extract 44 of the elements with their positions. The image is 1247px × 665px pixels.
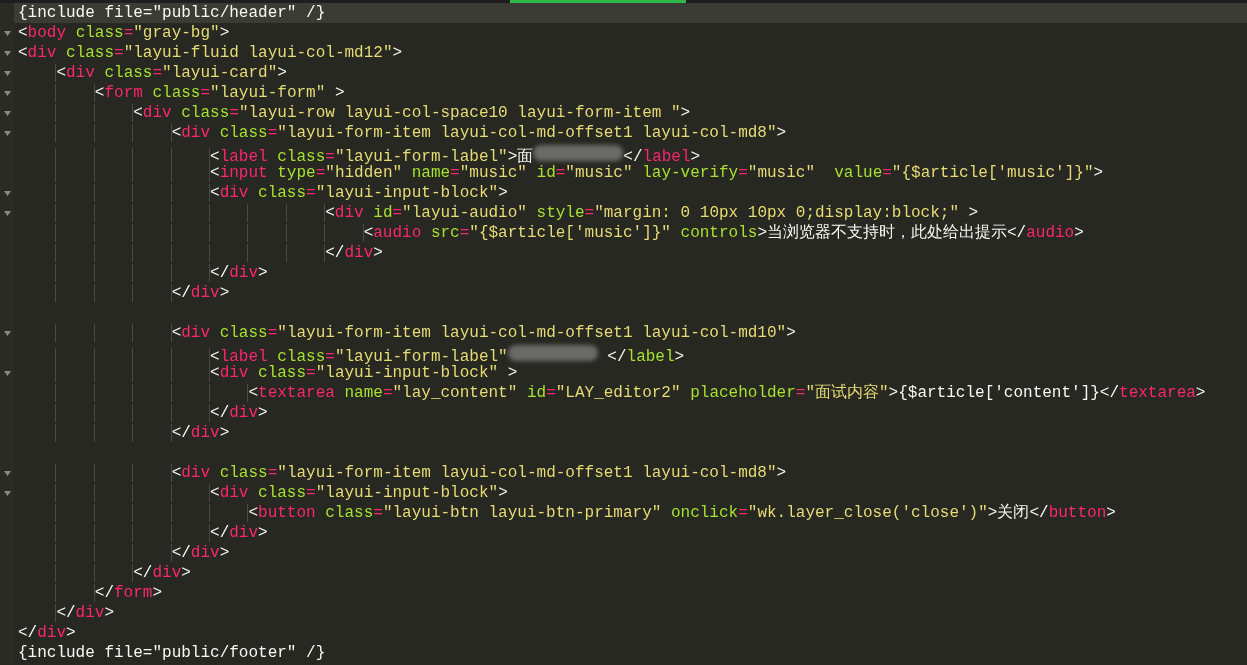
fold-icon[interactable]	[3, 110, 11, 116]
code-line: </div>	[14, 403, 1247, 423]
code-line: <body class="gray-bg">	[17, 23, 231, 43]
code-line: </div>	[14, 543, 1247, 563]
code-line: <div class="layui-form-item layui-col-md-offset1 layui-col-md8">	[14, 123, 1247, 143]
code-line: <div class="layui-input-block">	[14, 483, 1247, 503]
code-line: </div>	[14, 283, 1247, 303]
fold-icon[interactable]	[3, 50, 11, 56]
code-line: <textarea name="lay_content" id="LAY_editor2" placeholder="面试内容">{$article['content']}</textarea>	[14, 383, 1247, 403]
fold-icon[interactable]	[3, 30, 11, 36]
code-line: <div class="layui-input-block" >	[14, 363, 1247, 383]
code-line: <div class="layui-row layui-col-space10 layui-form-item ">	[14, 103, 1247, 123]
code-line: <button class="layui-btn layui-btn-primary" onclick="wk.layer_close('close')">关闭</button>	[14, 503, 1247, 523]
code-line: {include file="public/footer" /}	[17, 643, 327, 663]
code-line: </div>	[17, 623, 77, 643]
code-line: </div>	[14, 523, 1247, 543]
code-line: </div>	[14, 603, 1247, 623]
fold-icon[interactable]	[3, 470, 11, 476]
fold-icon[interactable]	[3, 210, 11, 216]
fold-icon[interactable]	[3, 190, 11, 196]
fold-icon[interactable]	[3, 130, 11, 136]
code-line: </div>	[14, 243, 1247, 263]
code-line: <div class="layui-form-item layui-col-md-offset1 layui-col-md10">	[14, 323, 1247, 343]
code-line: <div class="layui-fluid layui-col-md12">	[17, 43, 404, 63]
code-line: <form class="layui-form" >	[14, 83, 1247, 103]
fold-icon[interactable]	[3, 490, 11, 496]
code-line: </div>	[14, 263, 1247, 283]
code-line: <input type="hidden" name="music" id="music" lay-verify="music" value="{$article['music']}">	[14, 163, 1247, 183]
fold-icon[interactable]	[3, 90, 11, 96]
code-text: </label>	[606, 348, 685, 366]
fold-icon[interactable]	[3, 70, 11, 76]
code-line: </div>	[14, 563, 1247, 583]
code-line: <audio src="{$article['music']}" controls>当浏览器不支持时，此处给出提示</audio>	[14, 223, 1247, 243]
code-text: <label class="layui-form-label"	[18, 348, 508, 366]
code-line: <div class="layui-card">	[14, 63, 1247, 83]
code-text: </label>	[623, 148, 701, 166]
code-line: </form>	[14, 583, 1247, 603]
code-text: <label class="layui-form-label">面	[18, 148, 534, 166]
fold-icon[interactable]	[3, 370, 11, 376]
code-line: <div class="layui-input-block">	[14, 183, 1247, 203]
code-line: <div class="layui-form-item layui-col-md-offset1 layui-col-md8">	[14, 463, 1247, 483]
code-line: <div id="layui-audio" style="margin: 0 10px 10px 0;display:block;" >	[14, 203, 1247, 223]
code-line: </div>	[14, 423, 1247, 443]
fold-icon[interactable]	[3, 330, 11, 336]
